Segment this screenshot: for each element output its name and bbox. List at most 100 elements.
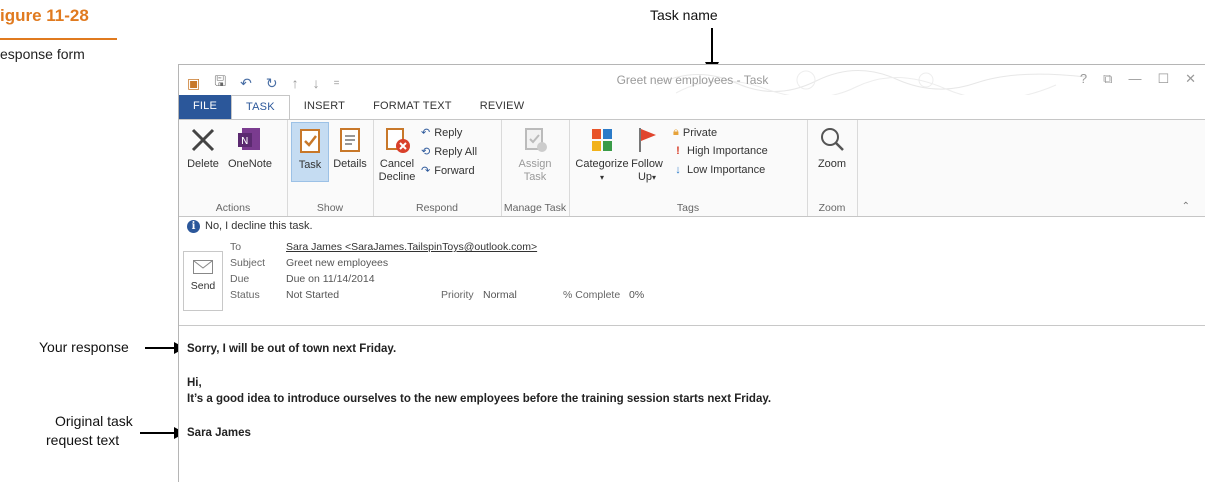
group-show: Task Details Show bbox=[287, 120, 374, 216]
figure-divider bbox=[0, 38, 117, 40]
down-arrow-icon: ↓ bbox=[675, 164, 681, 176]
close-icon[interactable]: ✕ bbox=[1185, 71, 1196, 87]
details-icon bbox=[334, 124, 366, 156]
magnifier-icon bbox=[816, 124, 848, 156]
forward-button[interactable]: ↷ Forward bbox=[421, 164, 475, 178]
status-row: Status Not Started Priority Normal % Com… bbox=[230, 289, 644, 301]
lock-icon: 🔒︎ bbox=[673, 126, 679, 138]
svg-text:N: N bbox=[241, 136, 248, 147]
details-button[interactable]: Details bbox=[331, 124, 369, 171]
delete-label: Delete bbox=[187, 158, 219, 170]
onenote-button[interactable]: N OneNote bbox=[225, 124, 275, 171]
tab-review[interactable]: REVIEW bbox=[466, 95, 539, 119]
zoom-label: Zoom bbox=[817, 158, 847, 170]
categorize-label: Categorize bbox=[575, 158, 629, 170]
to-label: To bbox=[230, 241, 242, 253]
minimize-icon[interactable]: — bbox=[1128, 71, 1141, 87]
group-label-show: Show bbox=[316, 202, 344, 214]
assign-task-icon bbox=[519, 124, 551, 156]
reply-label: Reply bbox=[434, 126, 463, 139]
due-label: Due bbox=[230, 273, 250, 285]
due-field: Due on 11/14/2014 bbox=[286, 273, 375, 285]
due-row: Due Due on 11/14/2014 bbox=[230, 273, 375, 285]
response-text: Sorry, I will be out of town next Friday… bbox=[187, 343, 397, 355]
forward-icon: ↷ bbox=[421, 165, 431, 177]
assign-label: Assign bbox=[518, 158, 552, 170]
maximize-icon[interactable]: ☐ bbox=[1157, 71, 1169, 87]
group-label-actions: Actions bbox=[215, 202, 251, 214]
group-label-tags: Tags bbox=[676, 202, 700, 214]
cancel-label: Cancel bbox=[379, 158, 415, 170]
send-button[interactable]: Send bbox=[183, 251, 223, 311]
figure-title: igure 11-28 bbox=[0, 6, 89, 25]
private-label: Private bbox=[682, 126, 718, 139]
group-manage-task: Assign Task Manage Task bbox=[501, 120, 570, 216]
group-tags: Categorize ▾ Follow Up▾ 🔒︎ Private ! High I… bbox=[569, 120, 808, 216]
collapse-ribbon-icon[interactable]: ⌃ bbox=[1182, 201, 1190, 212]
details-label: Details bbox=[333, 158, 367, 170]
delete-button[interactable]: Delete bbox=[183, 124, 223, 171]
task-view-icon bbox=[294, 125, 326, 157]
onenote-label: OneNote bbox=[227, 158, 273, 170]
tab-task[interactable]: TASK bbox=[231, 95, 290, 119]
forward-label: Forward bbox=[434, 164, 475, 177]
group-actions: Delete N OneNote Actions bbox=[179, 120, 288, 216]
send-icon bbox=[193, 260, 213, 274]
categorize-button[interactable]: Categorize ▾ bbox=[573, 124, 631, 184]
ribbon-display-icon[interactable]: ⧉ bbox=[1103, 71, 1112, 87]
message-body[interactable]: Sorry, I will be out of town next Friday… bbox=[179, 325, 1205, 482]
decline-label: Decline bbox=[378, 171, 416, 183]
title-bar: ▣ 🖫 ↶ ↻ ↑ ↓ = Greet new employees - Task… bbox=[179, 65, 1205, 95]
callout-task-name-line bbox=[711, 28, 713, 62]
tab-format-text[interactable]: FORMAT TEXT bbox=[359, 95, 466, 119]
task-window: ▣ 🖫 ↶ ↻ ↑ ↓ = Greet new employees - Task… bbox=[178, 64, 1205, 482]
reply-button[interactable]: ↶ Reply bbox=[421, 126, 463, 140]
task-view-label: Task bbox=[298, 159, 322, 171]
up-label: Up bbox=[637, 171, 653, 183]
to-field[interactable]: Sara James <SaraJames.TailspinToys@outlo… bbox=[286, 241, 537, 253]
subject-field[interactable]: Greet new employees bbox=[286, 257, 388, 269]
flag-icon bbox=[631, 124, 663, 156]
info-text: No, I decline this task. bbox=[205, 220, 313, 232]
task-view-button[interactable]: Task bbox=[291, 122, 329, 182]
cancel-decline-button[interactable]: Cancel Decline bbox=[377, 124, 417, 184]
group-respond: Cancel Decline ↶ Reply ⟲ Reply All ↷ Forwar… bbox=[373, 120, 502, 216]
to-row: To Sara James <SaraJames.TailspinToys@ou… bbox=[230, 241, 537, 253]
cancel-decline-icon bbox=[381, 124, 413, 156]
info-bar: i No, I decline this task. bbox=[179, 215, 1205, 237]
status-value: Not Started bbox=[286, 289, 340, 301]
priority-label: Priority bbox=[441, 289, 474, 301]
callout-original-line bbox=[140, 432, 175, 434]
low-importance-button[interactable]: ↓ Low Importance bbox=[673, 164, 765, 176]
signature-text: Sara James bbox=[187, 427, 251, 439]
greeting-text: Hi, bbox=[187, 377, 202, 389]
task-header: Send To Sara James <SaraJames.TailspinTo… bbox=[179, 237, 1205, 325]
reply-all-button[interactable]: ⟲ Reply All bbox=[421, 145, 478, 159]
reply-all-icon: ⟲ bbox=[421, 146, 431, 158]
private-button[interactable]: 🔒︎ Private bbox=[673, 126, 717, 139]
group-label-respond: Respond bbox=[415, 202, 459, 214]
subject-row: Subject Greet new employees bbox=[230, 257, 388, 269]
high-importance-label: High Importance bbox=[687, 145, 768, 157]
ribbon-tabs: FILE TASK INSERT FORMAT TEXT REVIEW bbox=[179, 95, 1205, 119]
complete-value: 0% bbox=[629, 289, 645, 301]
callout-original-1: Original task bbox=[55, 413, 133, 429]
ribbon: Delete N OneNote Actions Task Details Sh… bbox=[179, 119, 1205, 217]
callout-your-response: Your response bbox=[39, 339, 129, 355]
window-title: Greet new employees - Task bbox=[616, 73, 769, 87]
tab-file[interactable]: FILE bbox=[179, 95, 232, 119]
window-controls: ? ⧉ — ☐ ✕ bbox=[1080, 71, 1196, 87]
high-importance-button[interactable]: ! High Importance bbox=[673, 145, 768, 157]
help-icon[interactable]: ? bbox=[1080, 71, 1087, 87]
group-label-zoom: Zoom bbox=[818, 202, 846, 214]
reply-all-label: Reply All bbox=[434, 145, 478, 158]
info-icon: i bbox=[187, 219, 200, 233]
callout-task-name: Task name bbox=[650, 7, 718, 23]
assign-task-label: Task bbox=[523, 171, 547, 183]
callout-response-line bbox=[145, 347, 175, 349]
zoom-button[interactable]: Zoom bbox=[813, 124, 851, 171]
assign-task-button[interactable]: Assign Task bbox=[515, 124, 555, 184]
follow-up-button[interactable]: Follow Up▾ bbox=[629, 124, 665, 184]
group-label-manage-task: Manage Task bbox=[503, 202, 567, 214]
tab-insert[interactable]: INSERT bbox=[290, 95, 359, 119]
